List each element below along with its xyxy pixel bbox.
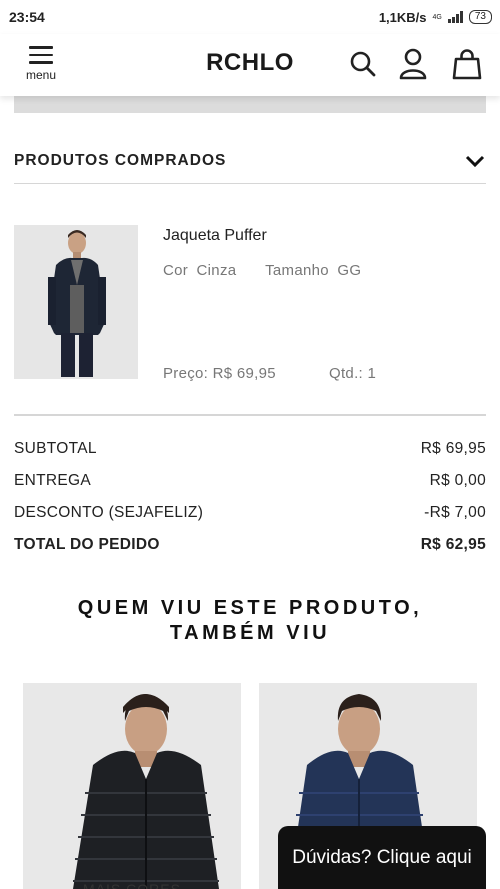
summary-row-total: TOTAL DO PEDIDO R$ 62,95: [14, 536, 486, 568]
divider: [14, 414, 486, 416]
summary-row-discount: DESCONTO (SEJAFELIZ) -R$ 7,00: [14, 504, 486, 536]
chevron-down-icon: [465, 155, 485, 167]
summary-row-subtotal: SUBTOTAL R$ 69,95: [14, 440, 486, 472]
summary-value: R$ 62,95: [420, 536, 486, 553]
summary-label: TOTAL DO PEDIDO: [14, 536, 160, 553]
order-summary: SUBTOTAL R$ 69,95 ENTREGA R$ 0,00 DESCON…: [14, 440, 486, 568]
product-quantity: Qtd.: 1: [329, 365, 376, 382]
color-label: Cor: [163, 262, 189, 279]
search-button[interactable]: [347, 47, 379, 81]
product-name[interactable]: Jaqueta Puffer: [163, 227, 267, 245]
account-button[interactable]: [397, 47, 429, 81]
jacket-model-image: [14, 225, 138, 379]
product-price: Preço: R$ 69,95: [163, 365, 276, 382]
summary-row-delivery: ENTREGA R$ 0,00: [14, 472, 486, 504]
network-type: 4G: [433, 14, 442, 21]
summary-value: -R$ 7,00: [424, 504, 486, 521]
network-type-label: 4G: [432, 13, 442, 21]
purchased-products-toggle[interactable]: PRODUTOS COMPRADOS: [14, 138, 486, 184]
battery-level: 73: [474, 11, 486, 22]
battery-icon: 73: [468, 10, 492, 24]
gray-strip: [14, 96, 486, 113]
summary-label: SUBTOTAL: [14, 440, 97, 457]
signal-icon: [447, 11, 463, 23]
search-icon: [350, 51, 376, 77]
qty-value: 1: [367, 365, 377, 382]
status-time: 23:54: [9, 9, 45, 25]
summary-label: ENTREGA: [14, 472, 92, 489]
price-label: Preço:: [163, 365, 209, 382]
price-value: R$ 69,95: [212, 365, 276, 382]
recommendations-title-line2: TAMBÉM VIU: [169, 622, 331, 644]
user-icon: [399, 48, 427, 80]
more-colors-label: MAIS CORES: [83, 881, 181, 889]
menu-label: menu: [25, 67, 57, 82]
summary-value: R$ 69,95: [420, 440, 486, 457]
size-label: Tamanho: [265, 262, 329, 279]
bag-icon: [452, 49, 482, 80]
color-value: Cinza: [196, 262, 237, 279]
qty-label: Qtd.:: [329, 365, 364, 382]
recommendations-title: QUEM VIU ESTE PRODUTO, TAMBÉM VIU: [0, 596, 500, 646]
recommended-product-card[interactable]: MAIS CORES: [23, 683, 241, 889]
hamburger-icon: [29, 46, 53, 64]
status-indicators: 1,1KB/s 4G 73: [379, 10, 492, 25]
summary-label: DESCONTO (SEJAFELIZ): [14, 504, 204, 521]
top-navigation: menu RCHLO: [0, 34, 500, 96]
brand-logo[interactable]: RCHLO: [206, 49, 294, 76]
bag-button[interactable]: [451, 47, 483, 81]
black-puffer-jacket-image: [23, 683, 241, 889]
help-chat-button[interactable]: Dúvidas? Clique aqui: [278, 826, 486, 889]
status-bar: 23:54 1,1KB/s 4G 73: [0, 0, 500, 34]
product-image[interactable]: [14, 225, 138, 379]
menu-button[interactable]: menu: [22, 46, 60, 82]
recommendations-title-line1: QUEM VIU ESTE PRODUTO,: [77, 597, 423, 619]
summary-value: R$ 0,00: [429, 472, 486, 489]
network-speed: 1,1KB/s: [378, 9, 427, 25]
size-value: GG: [337, 262, 362, 279]
product-attributes: Cor Cinza Tamanho GG: [163, 262, 365, 279]
purchased-product: Jaqueta Puffer Cor Cinza Tamanho GG Preç…: [14, 225, 486, 415]
section-title: PRODUTOS COMPRADOS: [14, 151, 227, 169]
